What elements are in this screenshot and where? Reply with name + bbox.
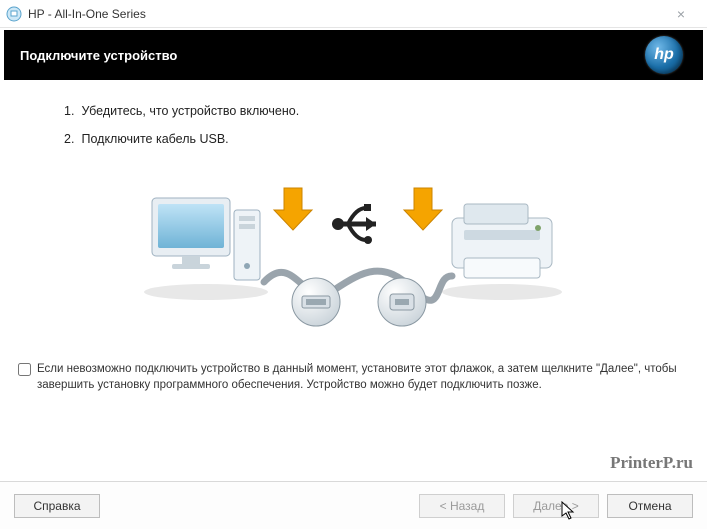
instruction-text: Убедитесь, что устройство включено. (81, 104, 299, 118)
defer-connection-row: Если невозможно подключить устройство в … (0, 358, 707, 401)
wizard-footer: Справка < Назад Далее > Отмена (0, 481, 707, 529)
window-titlebar: HP - All-In-One Series × (0, 0, 707, 28)
instruction-item: 1. Убедитесь, что устройство включено. (64, 104, 659, 118)
content-area: 1. Убедитесь, что устройство включено. 2… (0, 80, 707, 358)
window-close-button[interactable]: × (661, 6, 701, 22)
defer-connection-label[interactable]: Если невозможно подключить устройство в … (37, 362, 689, 393)
connection-illustration (48, 180, 659, 340)
watermark-text: PrinterP.ru (610, 453, 693, 473)
banner: Подключите устройство hp (4, 30, 703, 80)
defer-connection-checkbox[interactable] (18, 363, 31, 376)
hp-logo-icon: hp (645, 36, 683, 74)
instruction-list: 1. Убедитесь, что устройство включено. 2… (64, 104, 659, 146)
app-icon (6, 6, 22, 22)
instruction-item: 2. Подключите кабель USB. (64, 132, 659, 146)
banner-title: Подключите устройство (20, 48, 177, 63)
instruction-number: 1. (64, 104, 78, 118)
usb-connection-diagram-icon (134, 180, 574, 340)
next-button[interactable]: Далее > (513, 494, 599, 518)
window-title: HP - All-In-One Series (28, 7, 661, 21)
instruction-text: Подключите кабель USB. (81, 132, 228, 146)
cancel-button[interactable]: Отмена (607, 494, 693, 518)
back-button[interactable]: < Назад (419, 494, 505, 518)
help-button[interactable]: Справка (14, 494, 100, 518)
instruction-number: 2. (64, 132, 78, 146)
